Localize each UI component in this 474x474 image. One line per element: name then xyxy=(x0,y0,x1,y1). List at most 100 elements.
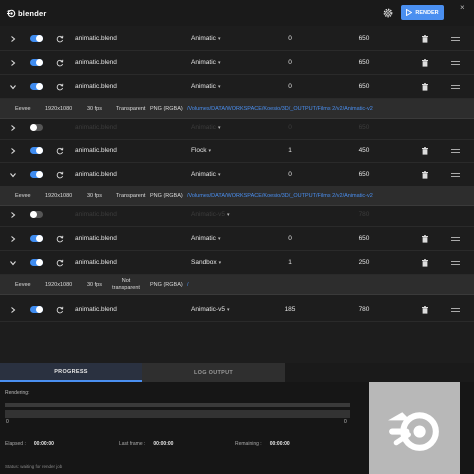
job-row[interactable]: animatic.blend Animatic-v5 ▾ 780 xyxy=(0,204,474,227)
job-row[interactable]: animatic.blend Sandbox ▾ 1 250 xyxy=(0,252,474,275)
tab-log-output[interactable]: LOG OUTPUT xyxy=(142,363,285,382)
enable-toggle[interactable] xyxy=(30,83,43,90)
end-frame-input[interactable]: 650 xyxy=(352,59,376,66)
job-row[interactable]: animatic.blend Animatic-v5 ▾ 185 780 xyxy=(0,299,474,322)
menu-icon[interactable] xyxy=(451,307,460,314)
trash-icon[interactable] xyxy=(421,147,429,155)
end-frame-input[interactable]: 650 xyxy=(352,35,376,42)
preset-select[interactable]: Animatic ▾ xyxy=(191,124,220,131)
start-frame-input[interactable]: 185 xyxy=(281,306,299,313)
preset-select[interactable]: Animatic ▾ xyxy=(191,235,220,242)
output-path[interactable]: / xyxy=(187,282,189,288)
frame-rate: 30 fps xyxy=(87,282,102,288)
last-frame-stat: Last frame : 00:00:00 xyxy=(119,441,173,447)
start-frame-input[interactable]: 1 xyxy=(281,147,299,154)
job-row[interactable]: animatic.blend Animatic ▾ 0 650 xyxy=(0,228,474,251)
end-frame-input[interactable]: 450 xyxy=(352,147,376,154)
reload-icon[interactable] xyxy=(56,235,64,243)
end-frame-input[interactable]: 650 xyxy=(352,235,376,242)
enable-toggle[interactable] xyxy=(30,147,43,154)
chevron-down-icon[interactable] xyxy=(9,259,17,267)
start-frame-input[interactable]: 1 xyxy=(281,259,299,266)
job-row[interactable]: animatic.blend Animatic ▾ 0 650 xyxy=(0,28,474,51)
end-frame-input[interactable]: 250 xyxy=(352,259,376,266)
enable-toggle[interactable] xyxy=(30,235,43,242)
reload-icon[interactable] xyxy=(56,59,64,67)
rendering-label: Rendering: xyxy=(5,390,30,396)
trash-icon[interactable] xyxy=(421,235,429,243)
chevron-right-icon[interactable] xyxy=(9,235,17,243)
job-row[interactable]: animatic.blend Animatic ▾ 0 650 xyxy=(0,76,474,99)
chevron-down-icon[interactable] xyxy=(9,83,17,91)
chevron-down-icon[interactable] xyxy=(9,171,17,179)
preset-label: Animatic xyxy=(191,235,216,242)
chevron-right-icon[interactable] xyxy=(9,35,17,43)
reload-icon[interactable] xyxy=(56,83,64,91)
job-details: Eevee 1920x1080 30 fps Not transparent PNG (… xyxy=(0,275,474,295)
toggle-knob xyxy=(36,171,43,178)
enable-toggle[interactable] xyxy=(30,59,43,66)
enable-toggle[interactable] xyxy=(30,259,43,266)
enable-toggle[interactable] xyxy=(30,171,43,178)
trash-icon[interactable] xyxy=(421,35,429,43)
job-row[interactable]: animatic.blend Animatic ▾ 0 650 xyxy=(0,52,474,75)
reload-icon[interactable] xyxy=(56,147,64,155)
toggle-knob xyxy=(36,35,43,42)
preset-select[interactable]: Flock ▾ xyxy=(191,147,211,154)
job-row[interactable]: animatic.blend Animatic ▾ 0 650 xyxy=(0,164,474,187)
trash-icon[interactable] xyxy=(421,171,429,179)
enable-toggle[interactable] xyxy=(30,306,43,313)
enable-toggle[interactable] xyxy=(30,35,43,42)
menu-icon[interactable] xyxy=(451,60,460,67)
end-frame-input[interactable]: 780 xyxy=(352,211,376,218)
reload-icon[interactable] xyxy=(56,259,64,267)
trash-icon[interactable] xyxy=(421,259,429,267)
preset-select[interactable]: Animatic ▾ xyxy=(191,171,220,178)
preset-select[interactable]: Animatic ▾ xyxy=(191,35,220,42)
preset-select[interactable]: Sandbox ▾ xyxy=(191,259,221,266)
start-frame-input[interactable]: 0 xyxy=(281,171,299,178)
menu-icon[interactable] xyxy=(451,84,460,91)
start-frame-input[interactable]: 0 xyxy=(281,35,299,42)
start-frame-input[interactable]: 0 xyxy=(281,59,299,66)
preset-select[interactable]: Animatic ▾ xyxy=(191,83,220,90)
chevron-right-icon[interactable] xyxy=(9,211,17,219)
end-frame-input[interactable]: 650 xyxy=(352,171,376,178)
enable-toggle[interactable] xyxy=(30,211,43,218)
output-format: PNG (RGBA) xyxy=(150,106,183,112)
trash-icon[interactable] xyxy=(421,59,429,67)
job-row[interactable]: animatic.blend Animatic ▾ 0 650 xyxy=(0,117,474,140)
menu-icon[interactable] xyxy=(451,236,460,243)
end-frame-input[interactable]: 780 xyxy=(352,306,376,313)
tab-progress[interactable]: PROGRESS xyxy=(0,363,142,382)
output-path[interactable]: /Volumes/DATA/WORKSPACE/Koesio/3D/_OUTPU… xyxy=(187,106,373,112)
preset-select[interactable]: Animatic-v5 ▾ xyxy=(191,306,229,313)
chevron-right-icon[interactable] xyxy=(9,59,17,67)
preset-select[interactable]: Animatic-v5 ▾ xyxy=(191,211,229,218)
enable-toggle[interactable] xyxy=(30,124,43,131)
trash-icon[interactable] xyxy=(421,306,429,314)
chevron-right-icon[interactable] xyxy=(9,147,17,155)
preset-label: Animatic xyxy=(191,35,216,42)
menu-icon[interactable] xyxy=(451,260,460,267)
preset-select[interactable]: Animatic ▾ xyxy=(191,59,220,66)
reload-icon[interactable] xyxy=(56,171,64,179)
chevron-right-icon[interactable] xyxy=(9,124,17,132)
end-frame-input[interactable]: 650 xyxy=(352,124,376,131)
start-frame-input[interactable]: 0 xyxy=(281,124,299,131)
reload-icon[interactable] xyxy=(56,35,64,43)
end-frame-input[interactable]: 650 xyxy=(352,83,376,90)
gear-icon[interactable] xyxy=(383,8,393,18)
chevron-right-icon[interactable] xyxy=(9,306,17,314)
close-icon[interactable]: × xyxy=(460,3,465,12)
reload-icon[interactable] xyxy=(56,306,64,314)
output-path[interactable]: /Volumes/DATA/WORKSPACE/Koesio/3D/_OUTPU… xyxy=(187,193,373,199)
menu-icon[interactable] xyxy=(451,148,460,155)
menu-icon[interactable] xyxy=(451,172,460,179)
menu-icon[interactable] xyxy=(451,36,460,43)
start-frame-input[interactable]: 0 xyxy=(281,235,299,242)
trash-icon[interactable] xyxy=(421,83,429,91)
job-row[interactable]: animatic.blend Flock ▾ 1 450 xyxy=(0,140,474,163)
render-button[interactable]: RENDER xyxy=(401,5,444,20)
start-frame-input[interactable]: 0 xyxy=(281,83,299,90)
